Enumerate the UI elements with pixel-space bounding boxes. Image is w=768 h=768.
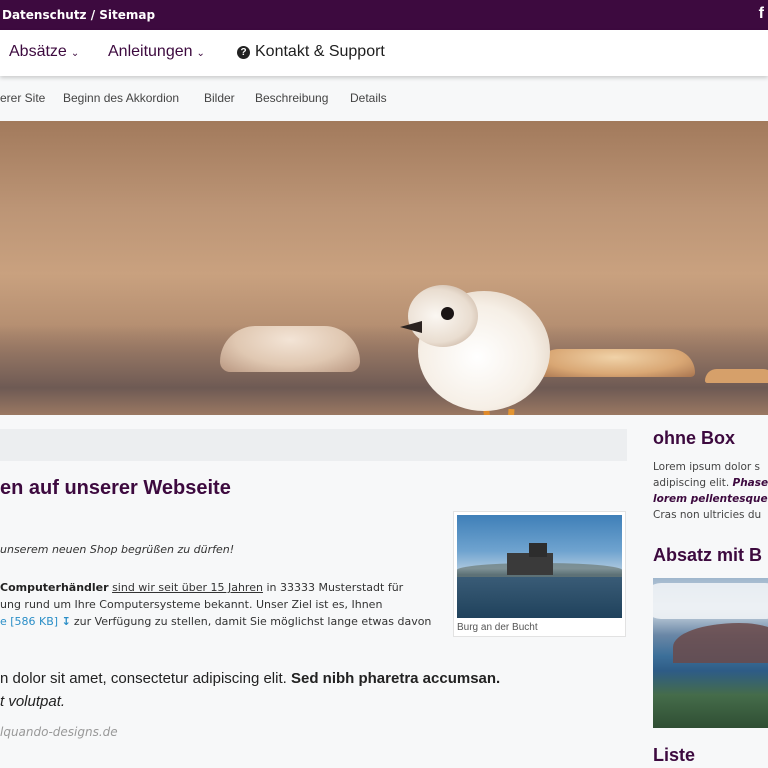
sidebar: ohne Box Lorem ipsum dolor s adipiscing … xyxy=(653,415,768,768)
paragraph-text: ung rund um Ihre Computersysteme bekannt… xyxy=(0,598,383,611)
lead-bold-text: Sed nibh pharetra accumsan. xyxy=(290,670,501,687)
intro-paragraph: Computerhändler sind wir seit über 15 Ja… xyxy=(0,579,445,630)
top-bar: Datenschutz / Sitemap f xyxy=(0,0,768,30)
figure-caption: Burg an der Bucht xyxy=(457,622,538,633)
image-figure[interactable]: Burg an der Bucht xyxy=(453,511,626,637)
bird-beak xyxy=(400,321,422,333)
sidebar-landscape-image[interactable] xyxy=(653,578,768,728)
sidebar-text-line: adipiscing elit. xyxy=(653,477,730,489)
lead-text: n dolor sit amet, consectetur adipiscing… xyxy=(0,670,287,687)
privacy-sitemap-link[interactable]: Datenschutz / Sitemap xyxy=(2,8,155,22)
download-icon: ↧ xyxy=(61,615,71,628)
subnav-item-bilder[interactable]: Bilder xyxy=(204,91,235,105)
subnav-item-beschreibung[interactable]: Beschreibung xyxy=(255,91,328,105)
subnav-item-details[interactable]: Details xyxy=(350,91,387,105)
lead-italic-text: t volutpat. xyxy=(0,693,66,710)
sidebar-heading: Absatz mit B xyxy=(653,545,763,565)
nav-item-kontakt[interactable]: ? Kontakt & Support xyxy=(237,43,385,61)
sidebar-heading: Liste xyxy=(653,745,696,765)
nav-item-anleitungen[interactable]: Anleitungen ⌄ xyxy=(108,43,205,61)
shell-shape xyxy=(220,326,360,372)
bird-eye xyxy=(441,307,454,320)
underlined-text: sind wir seit über 15 Jahren xyxy=(112,581,263,594)
sub-nav: erer Site Beginn des Akkordion Bilder Be… xyxy=(0,76,768,121)
page-title: en auf unserer Webseite xyxy=(0,477,231,499)
intro-text: unserem neuen Shop begrüßen zu dürfen! xyxy=(0,543,235,556)
hero-image xyxy=(0,121,768,415)
paragraph-text: in 33333 Musterstadt für xyxy=(266,581,404,594)
breadcrumb-bar xyxy=(0,429,627,461)
subnav-item-site[interactable]: erer Site xyxy=(0,91,45,105)
lead-paragraph: n dolor sit amet, consectetur adipiscing… xyxy=(0,667,600,713)
cloud-shape xyxy=(653,583,768,619)
sidebar-text-line: Lorem ipsum dolor s xyxy=(653,461,761,473)
shell-shape xyxy=(535,349,695,377)
mountain-shape xyxy=(673,623,768,663)
bold-text: Computerhändler xyxy=(0,581,109,594)
nav-item-absaetze[interactable]: Absätze ⌄ xyxy=(9,43,79,61)
sidebar-heading: ohne Box xyxy=(653,428,736,448)
main-content: en auf unserer Webseite unserem neuen Sh… xyxy=(0,415,768,768)
sidebar-text-line: Cras non ultricies du xyxy=(653,509,762,521)
paragraph-text: zur Verfügung zu stellen, damit Sie mögl… xyxy=(73,615,432,628)
facebook-icon[interactable]: f xyxy=(759,5,764,23)
chevron-down-icon: ⌄ xyxy=(196,48,205,59)
chevron-down-icon: ⌄ xyxy=(70,48,80,59)
nav-item-label: Absätze xyxy=(9,43,67,60)
sidebar-text: Lorem ipsum dolor s adipiscing elit. Pha… xyxy=(653,459,768,523)
sidebar-bold-text: Phase xyxy=(732,477,768,489)
nav-item-label: Kontakt & Support xyxy=(255,43,385,60)
subnav-item-akkordion[interactable]: Beginn des Akkordion xyxy=(63,91,179,105)
shell-shape xyxy=(705,369,768,383)
sidebar-bold-text: lorem pellentesque i xyxy=(653,493,768,505)
main-nav: Absätze ⌄ Anleitungen ⌄ ? Kontakt & Support xyxy=(0,30,768,76)
castle-tower-shape xyxy=(529,543,547,557)
download-link[interactable]: e [586 KB] xyxy=(0,615,58,628)
author-link[interactable]: lquando-designs.de xyxy=(0,725,118,739)
question-circle-icon: ? xyxy=(237,46,250,59)
nav-item-label: Anleitungen xyxy=(108,43,193,60)
castle-image xyxy=(457,515,622,618)
